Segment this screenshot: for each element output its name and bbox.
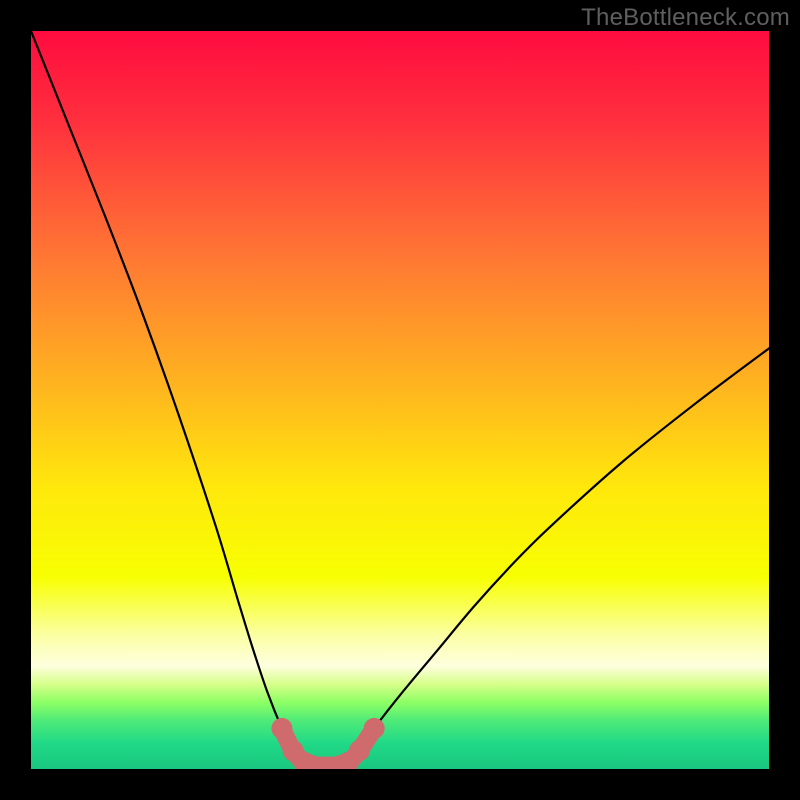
sweet-spot-dot xyxy=(271,718,292,739)
watermark-text: TheBottleneck.com xyxy=(581,4,790,32)
sweet-spot-dot xyxy=(349,740,370,761)
sweet-spot-dot xyxy=(364,718,385,739)
chart-frame: TheBottleneck.com xyxy=(0,0,800,800)
plot-area xyxy=(31,31,769,769)
curve-layer xyxy=(31,31,769,769)
bottleneck-curve xyxy=(31,31,769,766)
